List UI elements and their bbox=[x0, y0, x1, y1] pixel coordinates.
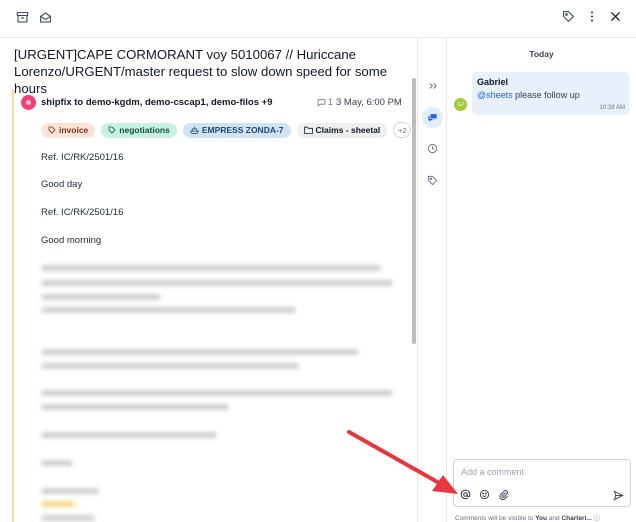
archive-icon[interactable] bbox=[16, 11, 29, 24]
body-line: Good morning bbox=[41, 235, 102, 246]
clock-icon bbox=[427, 143, 438, 154]
visibility-notice: Comments will be visible to You and Char… bbox=[455, 512, 635, 522]
at-sign-icon[interactable] bbox=[460, 489, 471, 500]
blurred-line bbox=[41, 501, 75, 507]
tag-invoice[interactable]: invoice bbox=[41, 122, 96, 138]
notice-you: You bbox=[535, 515, 547, 522]
folder-icon bbox=[303, 126, 313, 134]
blurred-line bbox=[41, 363, 299, 369]
comments-panel: Today GJ Gabriel @sheets please follow u… bbox=[447, 38, 636, 522]
sender-avatar bbox=[21, 95, 36, 110]
comment-input[interactable] bbox=[461, 467, 621, 477]
mention-link[interactable]: @sheets bbox=[477, 90, 513, 100]
thread-scrollbar[interactable] bbox=[412, 78, 416, 344]
blurred-line bbox=[41, 390, 393, 396]
tag-icon bbox=[427, 175, 438, 186]
comment-body: please follow up bbox=[512, 90, 580, 100]
emoji-icon[interactable] bbox=[479, 489, 490, 500]
tag-icon bbox=[108, 126, 116, 134]
comment-time: 10:38 AM bbox=[599, 105, 625, 111]
blurred-line bbox=[41, 432, 217, 438]
tag-label: Claims - sheetal bbox=[315, 125, 381, 135]
comment-author: Gabriel bbox=[477, 77, 509, 87]
side-panel-rail bbox=[418, 38, 447, 522]
notice-org: Charteri... bbox=[561, 515, 592, 522]
envelope-open-icon[interactable] bbox=[39, 11, 52, 24]
ship-icon bbox=[189, 126, 199, 134]
chat-bubbles-icon bbox=[428, 114, 437, 122]
body-line: Ref. IC/RK/2501/16 bbox=[41, 152, 124, 163]
double-chevron-right-icon bbox=[429, 82, 437, 89]
send-icon[interactable] bbox=[613, 490, 624, 501]
tags-tab-button[interactable] bbox=[422, 170, 443, 191]
blurred-line bbox=[41, 515, 95, 521]
comment-composer bbox=[453, 459, 631, 507]
toolbar bbox=[0, 0, 636, 38]
paperclip-icon[interactable] bbox=[498, 489, 509, 500]
body-line: Good day bbox=[41, 179, 83, 190]
notice-prefix: Comments will be visible to bbox=[455, 515, 536, 522]
blurred-line bbox=[41, 294, 161, 300]
tag-list: invoice negotiations EMPRESS ZONDA-7 Cla… bbox=[41, 122, 412, 138]
notice-and: and bbox=[547, 515, 562, 522]
tag-icon bbox=[48, 126, 56, 134]
reply-count[interactable]: 1 bbox=[317, 97, 333, 107]
close-icon[interactable] bbox=[609, 10, 622, 23]
body-line: Ref. IC/RK/2501/16 bbox=[41, 207, 124, 218]
avatar: GJ bbox=[454, 98, 467, 111]
more-tags-button[interactable]: +2 bbox=[393, 122, 412, 138]
tag-label: EMPRESS ZONDA-7 bbox=[201, 125, 284, 135]
comment-icon bbox=[317, 98, 326, 107]
sender-recipients[interactable]: shipfix to demo-kgdm, demo-cscap1, demo-… bbox=[41, 97, 272, 108]
more-vertical-icon[interactable] bbox=[589, 10, 595, 23]
comment-text: @sheets please follow up bbox=[477, 90, 580, 100]
tag-negotiations[interactable]: negotiations bbox=[101, 122, 177, 138]
activity-tab-button[interactable] bbox=[422, 138, 443, 159]
blurred-line bbox=[41, 404, 229, 410]
tag-claims-sheetal[interactable]: Claims - sheetal bbox=[296, 122, 388, 138]
comment-bubble: Gabriel @sheets please follow up 10:38 A… bbox=[472, 72, 629, 115]
blurred-line bbox=[41, 280, 393, 286]
day-separator: Today bbox=[529, 49, 554, 59]
blurred-line bbox=[41, 460, 73, 466]
blurred-line bbox=[41, 265, 381, 271]
composer-toolbar bbox=[460, 489, 509, 500]
collapse-panel-button[interactable] bbox=[422, 75, 443, 96]
tag-label: invoice bbox=[59, 125, 89, 135]
blurred-line bbox=[41, 349, 359, 355]
comments-tab-button[interactable] bbox=[422, 107, 443, 128]
tag-label: negotiations bbox=[119, 125, 170, 135]
blurred-line bbox=[41, 307, 296, 313]
blurred-line bbox=[41, 488, 99, 494]
tag-empress-zonda[interactable]: EMPRESS ZONDA-7 bbox=[182, 122, 291, 138]
info-icon[interactable]: ⓘ bbox=[594, 515, 601, 522]
reply-count-value: 1 bbox=[328, 97, 334, 107]
message-date: 3 May, 6:00 PM bbox=[336, 97, 402, 108]
tag-icon[interactable] bbox=[562, 10, 575, 23]
